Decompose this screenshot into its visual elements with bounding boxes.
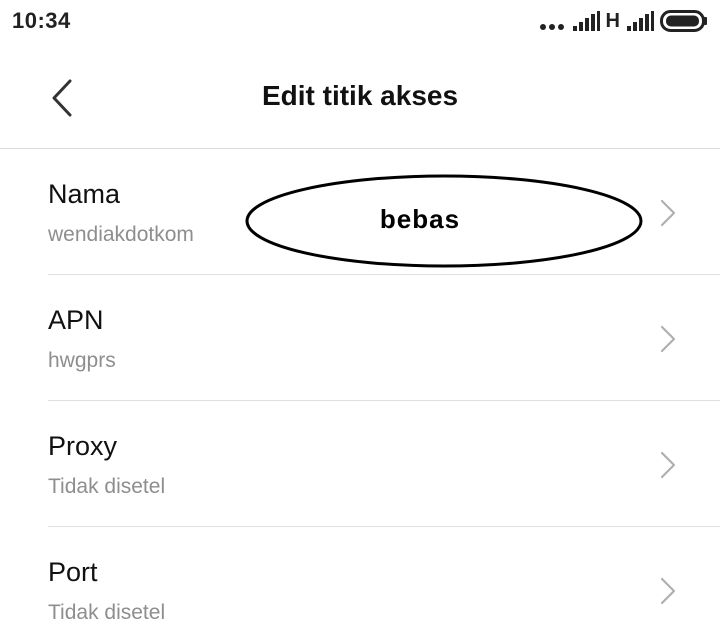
chevron-right-icon [660, 325, 676, 353]
setting-label: APN [48, 305, 104, 335]
setting-item-proxy[interactable]: Proxy Tidak disetel [0, 401, 720, 527]
network-type-label: H [605, 9, 620, 32]
setting-value: Tidak disetel [48, 475, 166, 498]
chevron-right-icon [660, 199, 676, 227]
setting-item-apn[interactable]: APN hwgprs [0, 275, 720, 401]
signal-icon [627, 11, 654, 31]
setting-value: hwgprs [48, 349, 116, 372]
status-bar: 10:34 H [0, 0, 720, 44]
setting-item-port[interactable]: Port Tidak disetel [0, 527, 720, 630]
status-icons: H [539, 8, 708, 34]
status-time: 10:34 [12, 8, 71, 33]
setting-label: Nama [48, 179, 121, 209]
setting-value: Tidak disetel [48, 601, 166, 624]
chevron-right-icon [660, 577, 676, 605]
setting-label: Proxy [48, 431, 118, 461]
annotation-text: bebas [379, 204, 461, 234]
app-header: Edit titik akses [0, 44, 720, 149]
battery-icon [660, 10, 707, 32]
chevron-right-icon [660, 451, 676, 479]
screen: 10:34 H Edit titik akses Nama wendiakdot… [0, 0, 720, 630]
more-dots-icon [539, 12, 564, 30]
setting-value: wendiakdotkom [48, 223, 194, 246]
setting-label: Port [48, 557, 98, 587]
signal-icon [572, 11, 600, 31]
page-title: Edit titik akses [261, 80, 459, 111]
